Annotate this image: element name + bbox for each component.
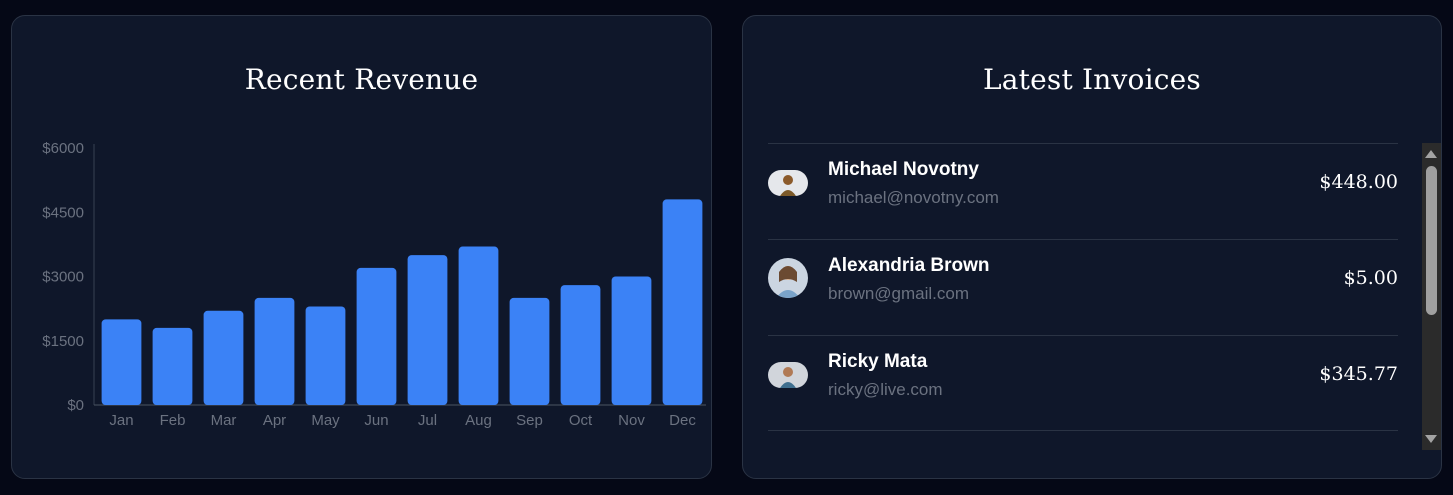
x-tick-label: May <box>311 412 340 429</box>
invoice-row[interactable]: Michael Novotny michael@novotny.com $448… <box>768 143 1398 239</box>
avatar <box>768 362 808 388</box>
y-tick-label: $6000 <box>42 140 84 157</box>
invoice-amount: $448.00 <box>1319 171 1398 193</box>
bar <box>203 310 244 405</box>
invoices-card: Latest Invoices Michael Novotny michael@… <box>742 15 1442 479</box>
scroll-down-icon[interactable] <box>1425 435 1437 443</box>
x-tick-label: Jul <box>418 412 437 429</box>
y-tick-label: $1500 <box>42 333 84 350</box>
x-tick-label: Jan <box>109 412 133 429</box>
invoice-amount: $345.77 <box>1319 363 1398 385</box>
x-tick-label: Sep <box>516 412 543 429</box>
revenue-chart: $0 $1500 $3000 $4500 $6000 Jan Feb Mar Apr May Jun… <box>42 140 706 429</box>
y-tick-label: $3000 <box>42 269 84 286</box>
invoice-customer-email: ricky@live.com <box>828 380 943 399</box>
bar <box>305 306 346 405</box>
scroll-up-icon[interactable] <box>1425 150 1437 158</box>
invoice-scrollbar[interactable] <box>1422 143 1441 450</box>
bar <box>509 297 550 405</box>
avatar <box>768 170 808 196</box>
bar <box>356 267 397 405</box>
invoice-row[interactable]: Alexandria Brown brown@gmail.com $5.00 <box>768 239 1398 335</box>
bar <box>254 297 295 405</box>
bar <box>458 246 499 405</box>
y-tick-label: $0 <box>67 397 84 414</box>
y-tick-label: $4500 <box>42 204 84 221</box>
invoice-list[interactable]: Michael Novotny michael@novotny.com $448… <box>768 143 1398 450</box>
revenue-card: Recent Revenue $0 $1500 $3000 $4500 $6000 Jan… <box>11 15 712 479</box>
x-tick-label: Apr <box>263 412 286 429</box>
x-tick-label: Nov <box>618 412 645 429</box>
bar <box>152 327 193 405</box>
invoice-amount: $5.00 <box>1343 267 1398 289</box>
x-tick-label: Feb <box>160 412 186 429</box>
invoice-customer-name: Michael Novotny <box>828 159 979 180</box>
invoice-customer-name: Alexandria Brown <box>828 255 990 276</box>
x-tick-label: Aug <box>465 412 492 429</box>
avatar <box>768 258 808 298</box>
bar <box>662 199 703 405</box>
x-tick-label: Oct <box>569 412 593 429</box>
scroll-thumb[interactable] <box>1426 166 1437 315</box>
invoice-customer-name: Ricky Mata <box>828 351 928 372</box>
invoices-title: Latest Invoices <box>983 63 1201 96</box>
invoice-customer-email: michael@novotny.com <box>828 188 999 207</box>
invoice-customer-email: brown@gmail.com <box>828 284 970 303</box>
bar <box>101 319 142 405</box>
bar <box>611 276 652 405</box>
bar <box>407 255 448 405</box>
bar <box>560 285 601 405</box>
x-tick-label: Mar <box>211 412 237 429</box>
x-tick-label: Dec <box>669 412 696 429</box>
x-tick-label: Jun <box>364 412 388 429</box>
invoice-row[interactable]: Ricky Mata ricky@live.com $345.77 <box>768 335 1398 431</box>
